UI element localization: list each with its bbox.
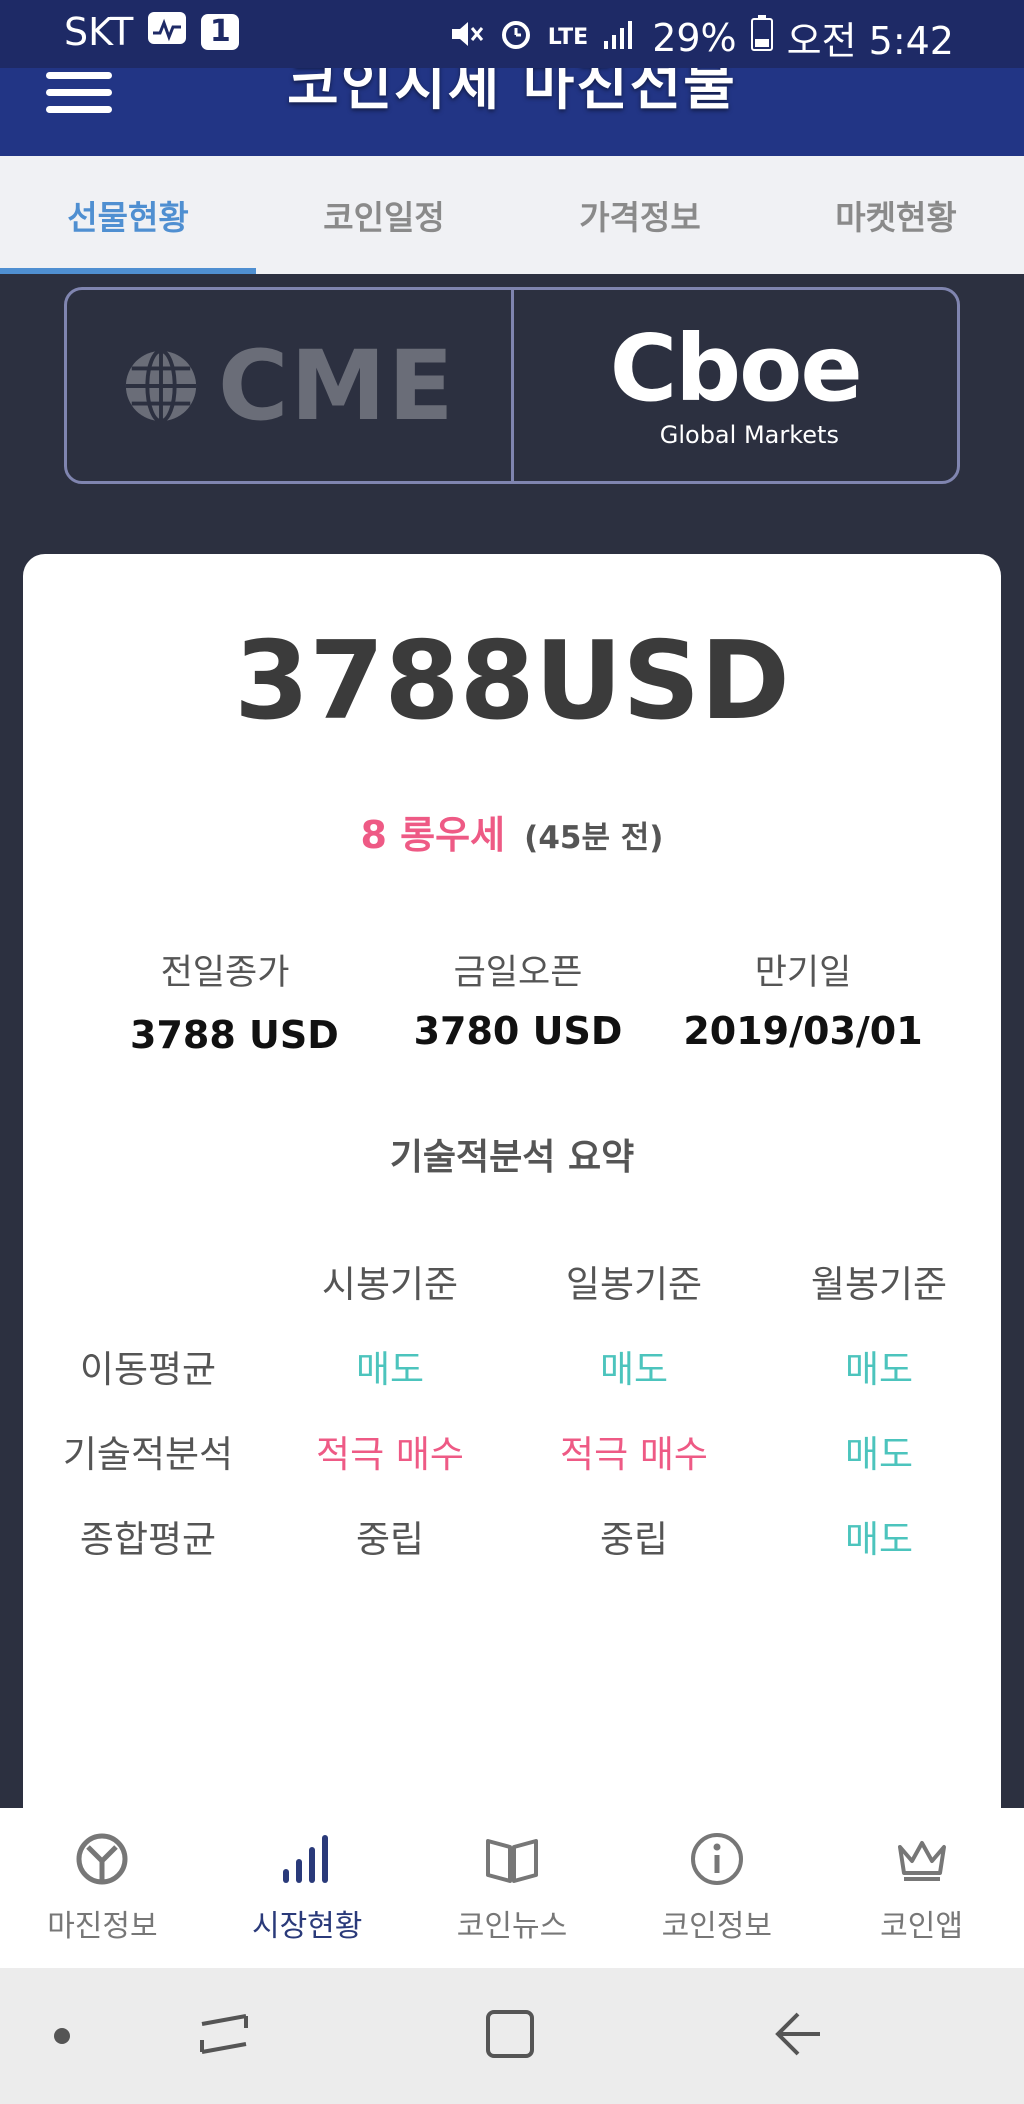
signal-cell: 매도 — [844, 1518, 914, 1561]
signal-cell: 매도 — [599, 1348, 669, 1391]
status-left: SKT 1 — [64, 10, 240, 54]
carrier-label: SKT — [64, 10, 134, 54]
stat-label: 만기일 — [754, 953, 852, 993]
signal-cell: 적극 매수 — [316, 1433, 464, 1476]
tab-futures[interactable]: 선물현황 — [0, 156, 256, 274]
nav-market-status[interactable]: 시장현황 — [205, 1808, 410, 1968]
stat-value: 3788 USD — [130, 1013, 339, 1057]
alarm-icon — [498, 16, 534, 60]
system-navigation — [0, 1968, 1024, 2104]
signal-cell: 중립 — [599, 1518, 669, 1561]
mute-icon — [448, 16, 484, 60]
nav-coin-news[interactable]: 코인뉴스 — [410, 1808, 615, 1968]
row-label-overall-average: 종합평균 — [79, 1518, 217, 1561]
nav-coin-info[interactable]: 코인정보 — [614, 1808, 819, 1968]
clock: 오전 5:42 — [786, 19, 954, 63]
tab-price-info[interactable]: 가격정보 — [512, 156, 768, 274]
crown-icon — [897, 1841, 946, 1881]
nav-label: 코인뉴스 — [456, 1909, 568, 1944]
nav-label: 시장현황 — [251, 1909, 363, 1944]
nav-label: 코인앱 — [880, 1909, 963, 1944]
app-header: 코인시세 마진선물 — [0, 68, 1024, 156]
row-label-moving-average: 이동평균 — [79, 1348, 217, 1391]
futures-price: 3788USD — [234, 619, 790, 744]
activity-icon — [147, 10, 187, 54]
nav-margin-info[interactable]: 마진정보 — [0, 1808, 205, 1968]
cboe-logo-subtext: Global Markets — [659, 420, 839, 449]
recent-apps-icon[interactable] — [196, 2006, 252, 2062]
position-change: 8 롱우세 — [360, 813, 506, 857]
row-label-technical-analysis: 기술적분석 — [62, 1433, 234, 1476]
signal-cell: 적극 매수 — [560, 1433, 708, 1476]
signal-cell: 매도 — [844, 1433, 914, 1476]
tab-market-status[interactable]: 마켓현황 — [768, 156, 1024, 274]
nav-coin-app[interactable]: 코인앱 — [819, 1808, 1024, 1968]
position-summary: 8 롱우세 (45분 전) — [23, 804, 1001, 859]
stat-label: 전일종가 — [160, 953, 290, 993]
back-icon[interactable] — [770, 2006, 826, 2062]
home-icon[interactable] — [482, 2006, 538, 2062]
notification-badge: 1 — [201, 14, 240, 50]
tab-coin-schedule[interactable]: 코인일정 — [256, 156, 512, 274]
margin-icon — [76, 1833, 128, 1885]
status-right: LTE 29% 오전 5:42 — [448, 10, 954, 65]
nav-label: 마진정보 — [47, 1909, 158, 1944]
signal-cell: 매도 — [355, 1348, 425, 1391]
cme-logo-text: CME — [217, 329, 456, 442]
app-title: 코인시세 마진선물 — [287, 68, 737, 118]
battery-icon — [750, 15, 773, 60]
stat-today-open: 금일오픈 3780 USD — [413, 944, 623, 1053]
exchange-cme-button[interactable]: CME — [67, 290, 511, 481]
bottom-navigation: 마진정보 시장현황 코인뉴스 코인정보 코인앱 — [0, 1808, 1024, 1968]
status-bar: SKT 1 LTE 29% 오전 5:42 — [0, 0, 1024, 68]
stat-value: 3780 USD — [413, 1009, 623, 1053]
position-change-time: (45분 전) — [524, 820, 664, 856]
globe-icon — [125, 348, 197, 423]
tab-bar: 선물현황 코인일정 가격정보 마켓현황 — [0, 156, 1024, 274]
dot-icon[interactable] — [52, 2026, 72, 2046]
chart-bars-icon — [283, 1835, 329, 1883]
column-header-daily: 일봉기준 — [565, 1263, 703, 1306]
column-header-hourly: 시봉기준 — [321, 1263, 459, 1306]
info-icon — [690, 1833, 743, 1885]
technical-summary-title: 기술적분석 요약 — [389, 1137, 635, 1178]
cboe-logo-text: Cboe — [609, 314, 863, 422]
exchange-cboe-button[interactable]: Cboe Global Markets — [510, 290, 958, 481]
stat-expiry: 만기일 2019/03/01 — [683, 944, 923, 1053]
futures-card: 3788USD 8 롱우세 (45분 전) 전일종가 3788 USD 금일오픈… — [23, 554, 1001, 1814]
signal-cell: 중립 — [355, 1518, 425, 1561]
battery-percent: 29% — [652, 15, 737, 60]
signal-cell: 매도 — [844, 1348, 914, 1391]
signal-icon — [602, 16, 638, 60]
book-icon — [485, 1839, 538, 1883]
stat-prev-close: 전일종가 3788 USD — [130, 944, 339, 1057]
network-label: LTE — [547, 25, 589, 50]
column-header-monthly: 월봉기준 — [810, 1263, 948, 1306]
nav-label: 코인정보 — [661, 1909, 772, 1944]
stat-value: 2019/03/01 — [683, 1009, 923, 1053]
exchange-selector: CME Cboe Global Markets — [64, 287, 960, 484]
stat-label: 금일오픈 — [453, 953, 583, 993]
